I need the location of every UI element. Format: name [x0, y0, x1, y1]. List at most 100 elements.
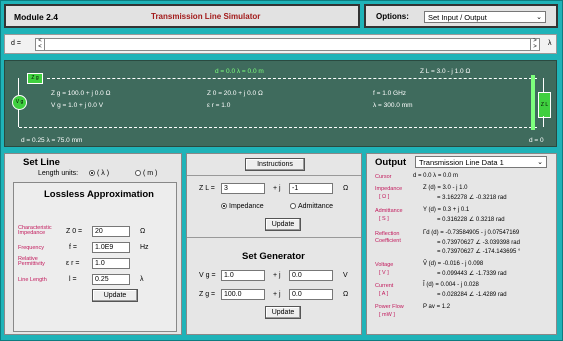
bottom-wire — [19, 127, 537, 128]
zl-imag-input[interactable]: -1 — [289, 183, 333, 194]
voltage-source-icon: V g — [12, 95, 27, 110]
chevron-down-icon: ⌄ — [536, 14, 542, 21]
unit-lambda-radio[interactable]: ( λ ) — [89, 170, 109, 177]
permittivity-input[interactable]: 1.0 — [92, 258, 130, 269]
plus-j-label: + j — [273, 272, 281, 279]
l-symbol: l = — [69, 276, 77, 283]
load-update-button[interactable]: Update — [265, 218, 301, 231]
length-units-label: Length units: — [38, 170, 79, 177]
impedance-radio[interactable]: Impedance — [221, 203, 264, 210]
admittance-polar: = 0.316228 ∠ 0.3218 rad — [437, 217, 505, 223]
slider-left-arrow-icon[interactable]: < < — [36, 38, 45, 50]
position-bar: d = < < > > λ — [4, 34, 557, 54]
current-polar: = 0.028284 ∠ -1.4289 rad — [437, 292, 507, 298]
vg-real-input[interactable]: 1.0 — [221, 270, 265, 281]
options-select-value: Set Input / Output — [428, 13, 487, 22]
power-label: Power Flow — [375, 304, 404, 310]
current-label: Current — [375, 283, 394, 289]
generator-update-button[interactable]: Update — [265, 306, 301, 319]
frequency-input[interactable]: 1.0E9 — [92, 242, 130, 253]
frequency-label: Frequency — [18, 245, 44, 251]
zl-unit: Ω — [343, 185, 349, 192]
voltage-polar: = 0.099443 ∠ -1.7339 rad — [437, 271, 507, 277]
load-impedance-icon: Z L — [538, 92, 551, 118]
divider — [187, 175, 361, 176]
unit-m-radio[interactable]: ( m ) — [135, 170, 157, 177]
admittance-radio[interactable]: Admittance — [290, 203, 333, 210]
load-lead-top — [543, 78, 544, 92]
options-select[interactable]: Set Input / Output ⌄ — [424, 11, 546, 23]
radio-selected-icon — [89, 170, 95, 177]
f-symbol: f = — [69, 244, 77, 251]
permittivity-label: Relative Permittivity — [18, 256, 45, 267]
lambda-text: λ = 300.0 mm — [373, 102, 413, 109]
cursor-marker[interactable] — [531, 75, 535, 130]
output-select-value: Transmission Line Data 1 — [419, 158, 504, 167]
z0-input[interactable]: 20 — [92, 226, 130, 237]
load-position-text: d = 0 — [529, 137, 544, 144]
load-lead-bottom — [543, 116, 544, 127]
output-select[interactable]: Transmission Line Data 1 ⌄ — [415, 156, 547, 168]
z0-text: Z 0 = 20.0 + j 0.0 Ω — [207, 90, 263, 97]
admittance-rect: Y (d) = 0.3 + j 0.1 — [423, 207, 470, 213]
reflection-polar-rad: = 0.73970627 ∠ -3.039398 rad — [437, 240, 520, 246]
er-text: ε r = 1.0 — [207, 102, 231, 109]
line-length-text: d = 0.25 λ = 75.0 mm — [21, 137, 83, 144]
impedance-rect: Z (d) = 3.0 - j 1.0 — [423, 185, 468, 191]
d-unit: λ — [548, 40, 552, 47]
options-bar: Options: Set Input / Output ⌄ — [364, 4, 558, 28]
slider-right-arrow-icon[interactable]: > > — [530, 38, 539, 50]
radio-selected-icon — [221, 203, 227, 210]
options-label: Options: — [376, 12, 409, 21]
cursor-value: d = 0.0 λ = 0.0 m — [413, 173, 459, 179]
plus-j-label: + j — [273, 185, 281, 192]
impedance-unit: [ Ω ] — [379, 194, 390, 200]
power-value: P av = 1.2 — [423, 304, 451, 310]
lossless-title: Lossless Approximation — [44, 189, 154, 200]
source-lead-top — [18, 78, 19, 95]
l-unit: λ — [140, 276, 144, 283]
vg-imag-input[interactable]: 0.0 — [289, 270, 333, 281]
chevron-down-icon: ⌄ — [537, 159, 543, 166]
radio-icon — [290, 203, 296, 210]
instructions-button[interactable]: Instructions — [245, 158, 305, 171]
char-impedance-label: Characteristic Impedance — [18, 225, 52, 236]
current-unit: [ A ] — [379, 291, 389, 297]
current-rect: Ĩ (d) = 0.004 - j 0.028 — [423, 282, 479, 288]
f-text: f = 1.0 GHz — [373, 90, 407, 97]
plus-j-label: + j — [273, 291, 281, 298]
module-label: Module 2.4 — [14, 12, 58, 22]
vg-symbol: V g = — [199, 272, 216, 279]
zl-symbol: Z L = — [199, 185, 215, 192]
f-unit: Hz — [140, 244, 149, 251]
voltage-unit: [ V ] — [379, 270, 389, 276]
line-diagram: Z g V g Z L d = 0.0 λ = 0.0 m Z L = 3.0 … — [4, 60, 557, 147]
vg-unit: V — [343, 272, 348, 279]
line-length-input[interactable]: 0.25 — [92, 274, 130, 285]
zl-top-text: Z L = 3.0 - j 1.0 Ω — [420, 68, 471, 75]
app-title: Transmission Line Simulator — [151, 12, 261, 21]
title-bar: Module 2.4 Transmission Line Simulator — [4, 4, 360, 28]
admittance-label: Admittance — [375, 208, 403, 214]
voltage-rect: Ṽ (d) = -0.016 - j 0.098 — [423, 261, 484, 267]
lossless-panel: Lossless Approximation Characteristic Im… — [13, 182, 177, 332]
reflection-polar-deg: = 0.73970627 ∠ -174.143695 ° — [437, 249, 521, 255]
impedance-label: Impedance — [375, 186, 403, 192]
zg-imag-input[interactable]: 0.0 — [289, 289, 333, 300]
divider — [187, 237, 361, 238]
zg-real-input[interactable]: 100.0 — [221, 289, 265, 300]
voltage-label: Voltage — [375, 262, 394, 268]
zg-unit: Ω — [343, 291, 349, 298]
set-line-title: Set Line — [23, 157, 60, 168]
position-slider[interactable]: < < > > — [35, 38, 540, 51]
admittance-unit: [ S ] — [379, 216, 389, 222]
output-title: Output — [375, 157, 407, 168]
zl-real-input[interactable]: 3 — [221, 183, 265, 194]
z0-symbol: Z 0 = — [66, 228, 83, 235]
power-unit: [ mW ] — [379, 312, 395, 318]
radio-icon — [135, 170, 141, 177]
cursor-position-text: d = 0.0 λ = 0.0 m — [215, 68, 264, 75]
source-lead-bottom — [18, 109, 19, 127]
set-line-update-button[interactable]: Update — [92, 289, 138, 302]
impedance-polar: = 3.162278 ∠ -0.3218 rad — [437, 195, 507, 201]
